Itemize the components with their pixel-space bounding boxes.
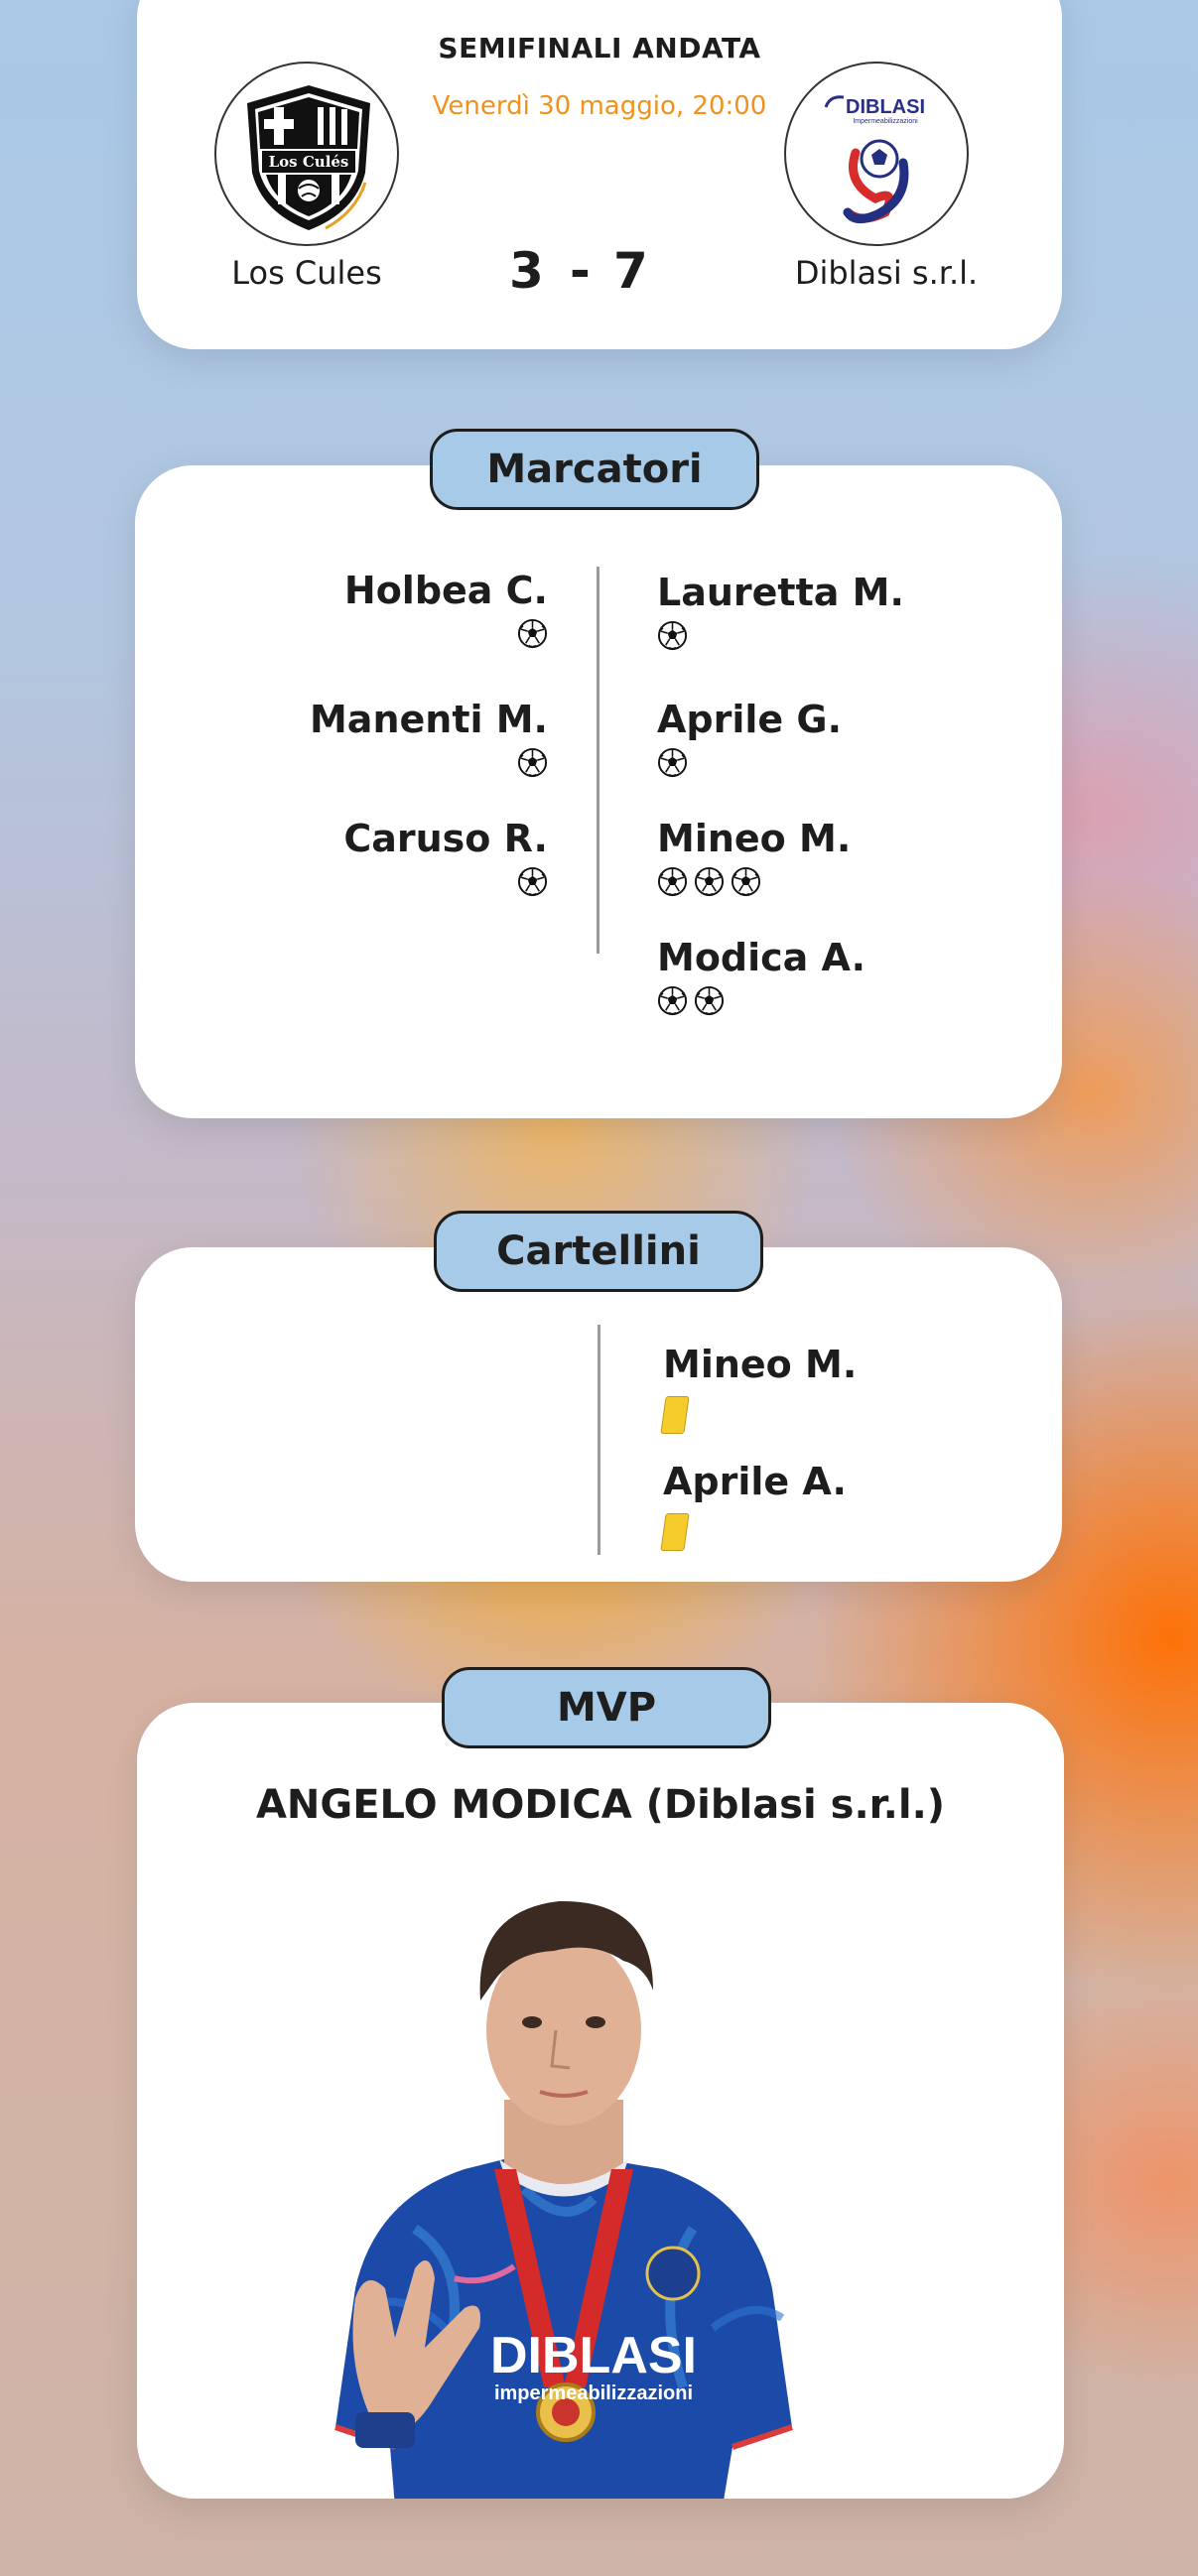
away-team-name: Diblasi s.r.l. (794, 254, 979, 292)
goal-icons (310, 747, 548, 778)
goal-icons (657, 747, 842, 778)
soccer-ball-icon (517, 866, 548, 897)
away-logo-subtext: Impermeabilizzazioni (853, 118, 918, 125)
shirt-sponsor-text: DIBLASI (490, 2327, 697, 2384)
card-entry: Aprile A. (660, 1460, 847, 1551)
scorers-divider (597, 567, 599, 954)
goal-icons (344, 618, 548, 649)
score-separator: - (570, 242, 591, 300)
mvp-player-photo: DIBLASI impermeabilizzazioni (334, 1900, 793, 2499)
home-team-logo[interactable]: Los Culés (214, 62, 399, 246)
goal-icons (657, 985, 865, 1016)
scorer-entry: Holbea C. (344, 569, 548, 649)
soccer-ball-icon (657, 985, 688, 1016)
away-logo-text: DIBLASI (846, 96, 925, 118)
match-header-card: SEMIFINALI ANDATA Venerdì 30 maggio, 20:… (137, 0, 1062, 349)
yellow-card-icon (660, 1396, 690, 1434)
scorer-name: Manenti M. (309, 698, 548, 741)
goal-icons (657, 866, 851, 897)
mvp-card: ANGELO MODICA (Diblasi s.r.l.) DIBLASI i… (137, 1703, 1064, 2499)
home-team-name: Los Cules (231, 254, 382, 292)
soccer-ball-icon (731, 866, 761, 897)
soccer-ball-icon (517, 747, 548, 778)
cards-divider (598, 1325, 600, 1555)
card-entry: Mineo M. (660, 1343, 858, 1434)
soccer-ball-icon (657, 747, 688, 778)
scorer-entry: Mineo M. (657, 817, 851, 897)
scorer-entry: Modica A. (657, 936, 865, 1016)
goal-icons (657, 620, 904, 651)
los-cules-crest-icon: Los Culés (247, 85, 370, 230)
away-score: 7 (613, 242, 648, 300)
soccer-ball-icon (694, 866, 725, 897)
cards-title-pill: Cartellini (434, 1211, 763, 1292)
scorer-name: Holbea C. (343, 569, 548, 612)
scorer-name: Lauretta M. (657, 571, 904, 614)
shirt-sponsor-subtext: impermeabilizzazioni (494, 2383, 693, 2404)
scorer-name: Mineo M. (657, 817, 852, 860)
scorer-name: Aprile G. (657, 698, 843, 741)
cards-card: Mineo M. Aprile A. (135, 1247, 1062, 1582)
scorers-title-pill: Marcatori (430, 429, 759, 510)
scorer-name: Caruso R. (343, 817, 548, 860)
home-logo-text: Los Culés (269, 153, 349, 171)
card-player-name: Aprile A. (663, 1460, 847, 1503)
yellow-card-icon (660, 1513, 690, 1551)
soccer-ball-icon (694, 985, 725, 1016)
away-team-logo[interactable]: DIBLASI Impermeabilizzazioni (784, 62, 969, 246)
round-title: SEMIFINALI ANDATA (438, 32, 761, 64)
scorers-card: Holbea C. Manenti M. Caruso R. Lauretta … (135, 465, 1062, 1118)
scorer-entry: Manenti M. (310, 698, 548, 778)
goal-icons (343, 866, 548, 897)
scorer-entry: Caruso R. (343, 817, 548, 897)
scorer-entry: Aprile G. (657, 698, 842, 778)
mvp-title-pill: MVP (442, 1667, 771, 1748)
diblasi-logo-icon: DIBLASI Impermeabilizzazioni (824, 95, 925, 223)
card-player-name: Mineo M. (663, 1343, 858, 1386)
soccer-ball-icon (517, 618, 548, 649)
soccer-ball-icon (657, 620, 688, 651)
scorer-name: Modica A. (657, 936, 866, 979)
mvp-player-name: ANGELO MODICA (Diblasi s.r.l.) (255, 1782, 946, 1828)
home-score: 3 (509, 242, 544, 300)
soccer-ball-icon (657, 866, 688, 897)
scorer-entry: Lauretta M. (657, 571, 904, 651)
